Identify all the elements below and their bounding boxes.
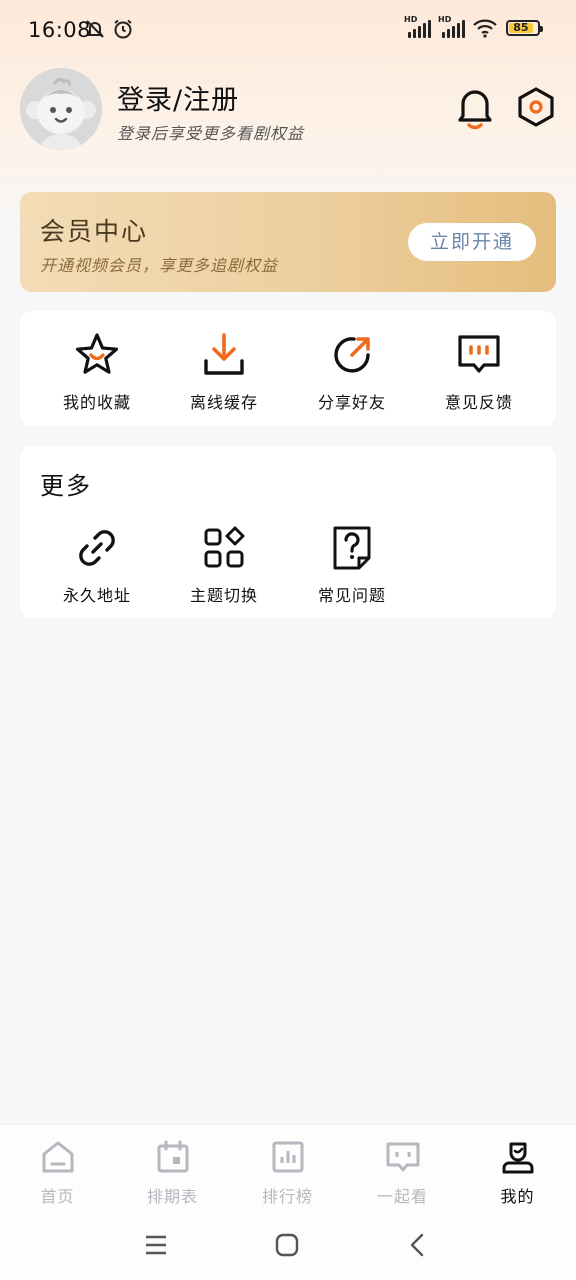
quick-action-label: 我的收藏 (62, 393, 131, 412)
quick-actions-card: 我的收藏 离线缓存 分享好友 意见反馈 (20, 311, 556, 426)
vip-subtitle: 开通视频会员，享更多追剧权益 (40, 256, 279, 275)
bell-icon (458, 90, 492, 130)
tab-mine[interactable]: 我的 (460, 1139, 575, 1207)
tab-label: 首页 (40, 1187, 75, 1206)
login-subtitle: 登录后享受更多看剧权益 (117, 124, 305, 143)
home-icon (42, 1141, 73, 1173)
quick-action-favorites[interactable]: 我的收藏 (33, 331, 161, 413)
link-icon (79, 530, 115, 566)
home-button-icon[interactable] (274, 1232, 300, 1258)
activate-vip-button[interactable]: 立即开通 (408, 223, 536, 261)
profile-icon (502, 1142, 533, 1174)
more-item-faq[interactable]: 常见问题 (288, 524, 416, 606)
tab-label: 排行榜 (261, 1187, 313, 1206)
quick-action-label: 分享好友 (317, 393, 386, 412)
more-item-permanent-address[interactable]: 永久地址 (33, 524, 161, 606)
tab-label: 一起看 (376, 1187, 428, 1206)
settings-button[interactable] (516, 86, 556, 128)
more-item-label: 常见问题 (317, 586, 386, 605)
alarm-icon (114, 19, 132, 39)
settings-hexagon-icon (518, 87, 554, 127)
tab-label: 排期表 (146, 1187, 198, 1206)
faq-icon (333, 526, 371, 570)
status-bar: 16:08 HD HD 85 (0, 0, 576, 60)
signal-icon: HD (404, 15, 431, 38)
quick-action-offline-cache[interactable]: 离线缓存 (160, 331, 288, 413)
more-item-label: 主题切换 (189, 586, 258, 605)
status-time: 16:08 (28, 18, 92, 42)
profile-header[interactable]: 登录/注册 登录后享受更多看剧权益 (20, 68, 556, 152)
tab-label: 我的 (500, 1187, 535, 1206)
more-card: 更多 永久地址 主题切换 常见问题 (20, 446, 556, 618)
vip-center-card[interactable]: 会员中心 开通视频会员，享更多追剧权益 立即开通 (20, 192, 556, 292)
ranking-icon (272, 1141, 303, 1173)
battery-level: 85 (509, 22, 533, 33)
profile-page: 16:08 HD HD 85 登录/注册 登录后享受更多看剧权益 会员中心 开通… (0, 0, 576, 1280)
more-title: 更多 (40, 472, 92, 500)
theme-icon (204, 526, 245, 568)
login-register-title[interactable]: 登录/注册 (117, 78, 239, 117)
menu-icon[interactable] (143, 1232, 169, 1258)
tab-watch-together[interactable]: 一起看 (345, 1139, 460, 1207)
notification-button[interactable] (454, 86, 496, 130)
tab-home[interactable]: 首页 (0, 1139, 115, 1207)
vip-title: 会员中心 (40, 217, 149, 246)
download-icon (204, 333, 244, 375)
signal-icon: HD (438, 15, 465, 38)
mascot-avatar-icon (20, 68, 102, 150)
watch-together-icon (386, 1142, 419, 1172)
feedback-icon (458, 335, 500, 373)
more-item-label: 永久地址 (62, 586, 131, 605)
star-icon (75, 333, 119, 374)
quick-action-share[interactable]: 分享好友 (288, 331, 416, 413)
back-icon[interactable] (405, 1232, 431, 1258)
tab-schedule[interactable]: 排期表 (115, 1139, 230, 1207)
share-icon (334, 337, 370, 373)
more-item-theme-switch[interactable]: 主题切换 (160, 524, 288, 606)
status-right: HD HD 85 (404, 15, 543, 38)
mute-bell-icon (86, 20, 104, 38)
status-left-icons (84, 18, 134, 40)
bottom-tab-bar: 首页 排期表 排行榜 一起看 我的 (0, 1124, 576, 1211)
tab-ranking[interactable]: 排行榜 (230, 1139, 345, 1207)
calendar-icon (157, 1140, 188, 1173)
system-nav-bar (0, 1210, 576, 1280)
quick-action-label: 离线缓存 (189, 393, 258, 412)
wifi-icon (473, 19, 497, 38)
battery-icon: 85 (506, 20, 543, 36)
quick-action-label: 意见反馈 (444, 393, 513, 412)
quick-action-feedback[interactable]: 意见反馈 (415, 331, 543, 413)
avatar[interactable] (20, 68, 102, 150)
